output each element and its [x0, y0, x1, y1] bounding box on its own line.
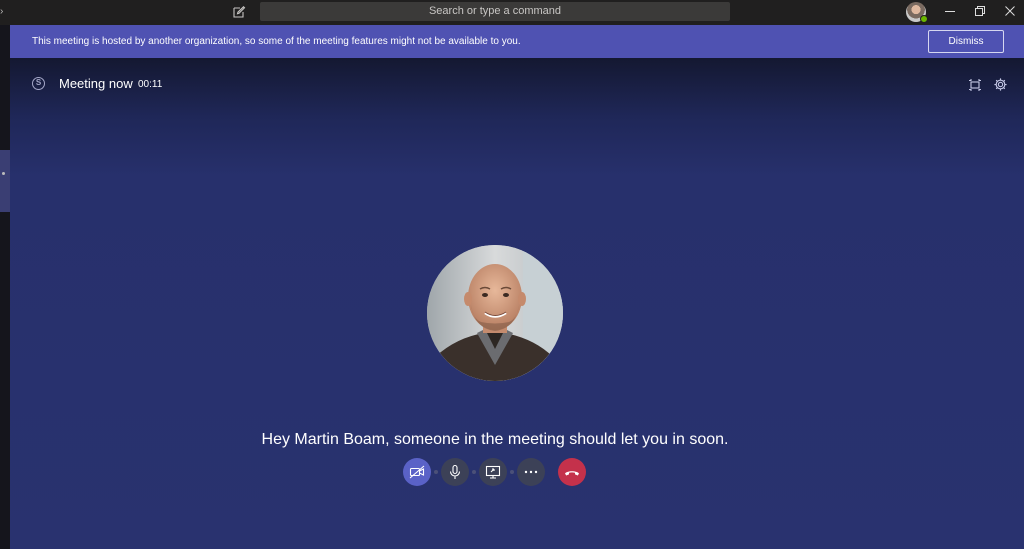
video-toggle-button[interactable] [403, 458, 431, 486]
share-screen-icon [485, 465, 501, 479]
skype-icon: S [32, 77, 45, 90]
fullscreen-icon[interactable] [968, 78, 982, 92]
participant-avatar [427, 245, 563, 381]
settings-gear-icon[interactable] [993, 77, 1008, 92]
avatar[interactable] [906, 2, 928, 23]
rail-active-tab[interactable] [0, 150, 10, 212]
lobby-message: Hey Martin Boam, someone in the meeting … [261, 431, 729, 448]
search-input[interactable]: Search or type a command [260, 2, 730, 21]
compose-icon[interactable] [232, 5, 246, 19]
meeting-title: Meeting now [59, 76, 133, 91]
close-icon [1005, 6, 1015, 16]
meeting-timer: 00:11 [138, 79, 163, 90]
close-button[interactable] [994, 0, 1024, 25]
external-meeting-banner: This meeting is hosted by another organi… [10, 25, 1024, 58]
minimize-icon [945, 11, 955, 12]
share-screen-button[interactable] [479, 458, 507, 486]
more-options-icon [524, 470, 538, 474]
meeting-header: S Meeting now 00:11 [10, 58, 1024, 110]
hang-up-button[interactable] [558, 458, 586, 486]
minimize-button[interactable] [934, 0, 966, 25]
hang-up-icon [565, 471, 579, 476]
left-rail [0, 25, 10, 549]
call-controls [403, 458, 593, 486]
rail-dot-icon [2, 172, 5, 175]
title-bar: › Search or type a command [0, 0, 1024, 25]
more-options-button[interactable] [517, 458, 545, 486]
maximize-button[interactable] [964, 0, 996, 25]
presence-available-icon [920, 15, 928, 23]
mic-toggle-button[interactable] [441, 458, 469, 486]
banner-message: This meeting is hosted by another organi… [32, 36, 521, 47]
video-off-icon [409, 465, 425, 479]
divider [472, 470, 476, 474]
dismiss-button[interactable]: Dismiss [928, 30, 1004, 53]
divider [434, 470, 438, 474]
restore-icon [975, 6, 985, 16]
back-chevron-icon[interactable]: › [0, 5, 8, 19]
microphone-icon [449, 464, 461, 479]
meeting-stage: S Meeting now 00:11 Hey Martin Boam, som… [10, 58, 1024, 549]
divider [510, 470, 514, 474]
